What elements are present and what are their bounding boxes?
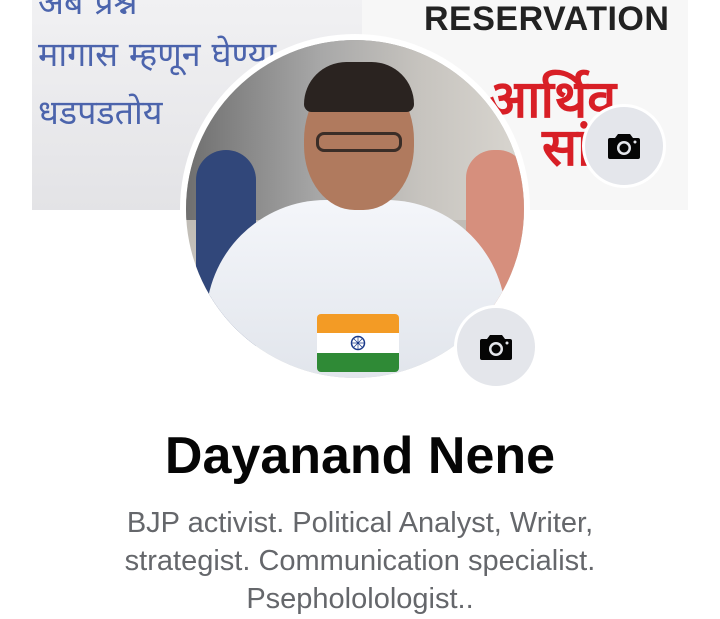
camera-icon	[608, 134, 640, 159]
cover-text-line: अब प्रश्न	[38, 0, 138, 23]
poster-headline: RESERVATION	[424, 0, 670, 38]
edit-cover-photo-button[interactable]	[582, 104, 666, 188]
flag-white-band	[317, 333, 399, 353]
flag-saffron-band	[317, 314, 399, 334]
ashoka-chakra-icon	[350, 335, 366, 351]
photo-glasses	[316, 132, 402, 152]
profile-name: Dayanand Nene	[164, 427, 556, 485]
cover-text-line: धडपडतोय	[38, 93, 163, 133]
india-flag-icon	[317, 314, 399, 372]
flag-green-band	[317, 352, 399, 372]
profile-bio: BJP activist. Political Analyst, Writer,…	[124, 507, 596, 615]
camera-icon	[480, 335, 512, 360]
edit-profile-picture-button[interactable]	[454, 305, 538, 389]
